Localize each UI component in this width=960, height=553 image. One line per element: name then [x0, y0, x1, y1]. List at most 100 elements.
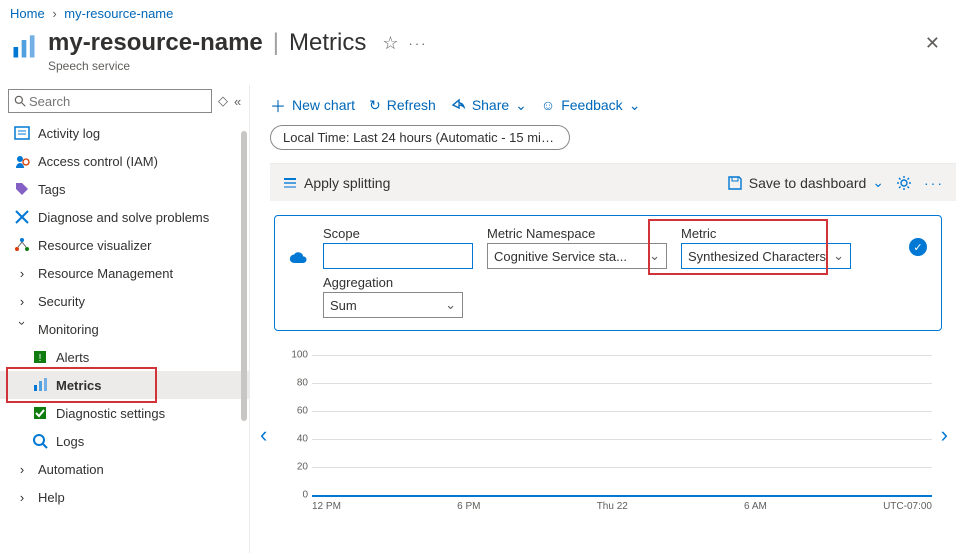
sidebar-item-activity-log[interactable]: Activity log [0, 119, 249, 147]
sidebar-item-access-control[interactable]: Access control (IAM) [0, 147, 249, 175]
refresh-icon: ↻ [369, 97, 381, 114]
sidebar-scrollbar[interactable] [241, 121, 247, 553]
chart-gridline [312, 467, 932, 468]
metric-filter-card: Scope Aggregation Sum ⌄ Metric [274, 215, 942, 331]
refresh-button[interactable]: ↻ Refresh [369, 97, 436, 114]
save-icon [727, 175, 743, 191]
favorite-star-icon[interactable]: ☆ [382, 33, 398, 54]
chevron-right-icon: › [14, 489, 30, 505]
chart-x-tick: 12 PM [312, 501, 341, 512]
chevron-down-icon: ⌄ [445, 297, 456, 313]
scope-select[interactable] [323, 243, 473, 269]
metrics-chart: ‹ › 10080604020012 PM6 PMThu 226 AMUTC-0… [270, 355, 952, 515]
chevron-down-icon: ⌄ [515, 97, 527, 114]
sidebar-section-label: Security [38, 294, 85, 309]
chart-y-tick: 60 [284, 406, 308, 417]
chart-x-tick: 6 PM [457, 501, 480, 512]
expand-icon[interactable]: ◇ [218, 93, 228, 109]
chart-y-tick: 80 [284, 378, 308, 389]
chevron-down-icon: ⌄ [872, 174, 884, 191]
page-title-section: Metrics [289, 29, 366, 57]
sidebar-item-label: Activity log [38, 126, 100, 141]
sidebar-section-label: Resource Management [38, 266, 173, 281]
filter-confirm-icon: ✓ [909, 238, 927, 256]
breadcrumb-resource[interactable]: my-resource-name [64, 6, 173, 21]
metric-select[interactable]: Synthesized Characters ⌄ [681, 243, 851, 269]
resource-visualizer-icon [14, 237, 30, 253]
access-control-icon [14, 153, 30, 169]
sidebar-search-input[interactable] [27, 93, 207, 110]
sidebar-section-resource-management[interactable]: › Resource Management [0, 259, 249, 287]
toolbar-label: Share [472, 97, 509, 113]
aggregation-select[interactable]: Sum ⌄ [323, 292, 463, 318]
toolbar-label: New chart [292, 97, 355, 113]
metric-namespace-select[interactable]: Cognitive Service sta... ⌄ [487, 243, 667, 269]
settings-button[interactable] [896, 175, 912, 191]
chevron-right-icon: › [14, 265, 30, 281]
more-actions-icon[interactable]: ··· [408, 36, 427, 51]
metrics-toolbar: ＋ New chart ↻ Refresh Share ⌄ ☺ Feedback… [270, 89, 960, 125]
sidebar-section-security[interactable]: › Security [0, 287, 249, 315]
metrics-resource-icon [10, 33, 38, 61]
chart-y-tick: 100 [284, 350, 308, 361]
select-value: Sum [330, 298, 357, 313]
sidebar-section-help[interactable]: › Help [0, 483, 249, 511]
new-chart-button[interactable]: ＋ New chart [270, 93, 355, 117]
metric-namespace-label: Metric Namespace [487, 226, 667, 241]
toolbar-label: Feedback [561, 97, 622, 113]
apply-splitting-button[interactable]: Apply splitting [282, 175, 390, 191]
sidebar-section-automation[interactable]: › Automation [0, 455, 249, 483]
chart-y-tick: 0 [284, 490, 308, 501]
more-button[interactable]: ··· [924, 175, 944, 191]
chevron-right-icon: › [48, 6, 60, 21]
time-range-pill[interactable]: Local Time: Last 24 hours (Automatic - 1… [270, 125, 570, 150]
sidebar-item-tags[interactable]: Tags [0, 175, 249, 203]
chevron-down-icon: ⌄ [629, 97, 641, 114]
sidebar-item-diagnose[interactable]: Diagnose and solve problems [0, 203, 249, 231]
sidebar-item-resource-visualizer[interactable]: Resource visualizer [0, 231, 249, 259]
metrics-icon [32, 377, 48, 393]
logs-icon [32, 433, 48, 449]
page-title-resource: my-resource-name [48, 29, 263, 57]
aggregation-label: Aggregation [323, 275, 473, 290]
sidebar-section-monitoring[interactable]: › Monitoring [0, 315, 249, 343]
scope-label: Scope [323, 226, 473, 241]
chart-y-tick: 40 [284, 434, 308, 445]
chevron-down-icon: ⌄ [833, 248, 844, 264]
sidebar-item-logs[interactable]: Logs [0, 427, 249, 455]
tags-icon [14, 181, 30, 197]
sidebar-item-label: Diagnose and solve problems [38, 210, 209, 225]
sidebar: ◇ « Activity log Access control (IAM) Ta… [0, 85, 250, 553]
select-value: Cognitive Service sta... [494, 249, 627, 264]
share-button[interactable]: Share ⌄ [450, 97, 527, 114]
close-blade-button[interactable]: ✕ [917, 29, 948, 58]
sidebar-item-diagnostic-settings[interactable]: Diagnostic settings [0, 399, 249, 427]
chart-next-button[interactable]: › [941, 422, 948, 448]
service-type-label: Speech service [48, 59, 427, 73]
sidebar-item-label: Alerts [56, 350, 89, 365]
chevron-right-icon: › [14, 461, 30, 477]
chevron-down-icon: › [14, 321, 30, 337]
sidebar-item-label: Logs [56, 434, 84, 449]
sidebar-section-label: Monitoring [38, 322, 99, 337]
activity-log-icon [14, 125, 30, 141]
collapse-sidebar-icon[interactable]: « [234, 94, 241, 109]
search-icon [13, 94, 27, 108]
diagnostic-settings-icon [32, 405, 48, 421]
svg-text:!: ! [39, 353, 42, 364]
diagnose-icon [14, 209, 30, 225]
gear-icon [896, 175, 912, 191]
chart-x-tick: Thu 22 [597, 501, 628, 512]
sidebar-search[interactable] [8, 89, 212, 113]
save-to-dashboard-button[interactable]: Save to dashboard ⌄ [727, 174, 884, 191]
chart-action-bar: Apply splitting Save to dashboard ⌄ ··· [270, 163, 956, 201]
chart-prev-button[interactable]: ‹ [260, 422, 267, 448]
sidebar-item-label: Diagnostic settings [56, 406, 165, 421]
sidebar-item-metrics[interactable]: Metrics [0, 371, 249, 399]
sidebar-item-label: Tags [38, 182, 65, 197]
feedback-button[interactable]: ☺ Feedback ⌄ [541, 97, 641, 114]
sidebar-item-alerts[interactable]: ! Alerts [0, 343, 249, 371]
sidebar-item-label: Access control (IAM) [38, 154, 158, 169]
breadcrumb-home[interactable]: Home [10, 6, 45, 21]
share-icon [450, 97, 466, 113]
